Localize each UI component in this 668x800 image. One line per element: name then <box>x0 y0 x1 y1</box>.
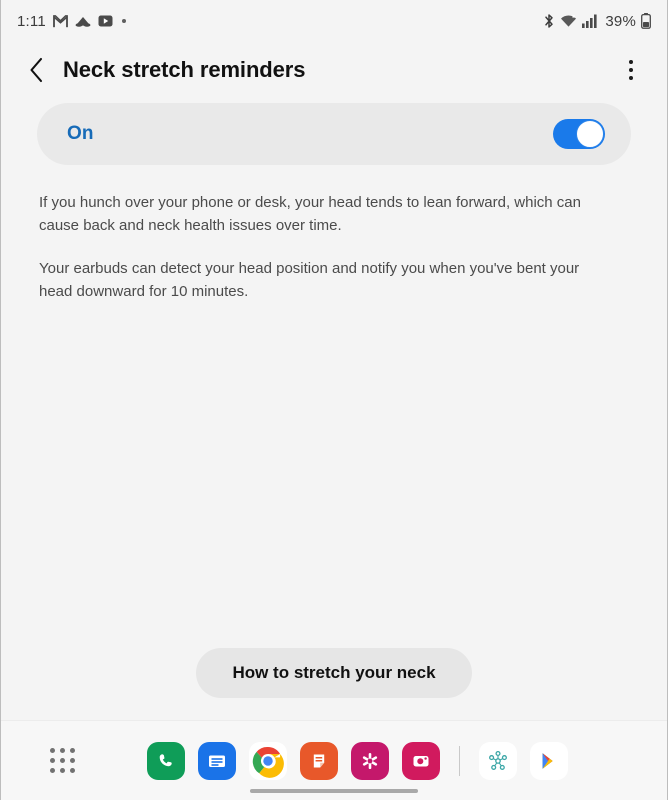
cloud-icon <box>75 16 91 27</box>
main-content: On If you hunch over your phone or desk,… <box>1 98 667 720</box>
notification-dot-icon <box>121 19 126 23</box>
messages-app-icon[interactable] <box>198 741 236 780</box>
youtube-icon <box>98 15 113 27</box>
description-block: If you hunch over your phone or desk, yo… <box>1 191 667 303</box>
camera-app-icon[interactable] <box>402 741 440 780</box>
home-dock <box>1 720 667 800</box>
how-to-stretch-button[interactable]: How to stretch your neck <box>196 648 472 698</box>
battery-percent-label: 39% <box>605 12 636 30</box>
chevron-left-icon <box>29 57 42 83</box>
bluetooth-icon <box>543 13 555 29</box>
gmail-icon <box>53 14 68 28</box>
grid-dot-icon <box>69 748 75 753</box>
apps-drawer-button[interactable] <box>45 744 79 778</box>
status-bar: 1:11 39% <box>1 0 667 42</box>
grid-dot-icon <box>49 748 55 753</box>
toggle-state-label: On <box>67 123 94 144</box>
status-bar-left: 1:11 <box>17 13 126 30</box>
back-button[interactable] <box>21 55 51 85</box>
status-bar-right: 39% <box>543 13 651 30</box>
battery-icon <box>641 13 651 29</box>
phone-app-icon[interactable] <box>147 741 185 780</box>
cta-container: How to stretch your neck <box>1 648 667 698</box>
overflow-dot-icon <box>629 68 633 72</box>
overflow-dot-icon <box>629 76 633 80</box>
description-paragraph-2: Your earbuds can detect your head positi… <box>39 260 580 300</box>
smartthings-app-icon[interactable] <box>479 741 517 780</box>
grid-dot-icon <box>49 768 55 773</box>
flower-app-icon[interactable] <box>351 741 389 780</box>
overflow-menu-button[interactable] <box>617 53 645 87</box>
overflow-dot-icon <box>629 60 633 64</box>
description-paragraph-1: If you hunch over your phone or desk, yo… <box>39 194 581 234</box>
grid-dot-icon <box>59 758 65 763</box>
status-bar-clock: 1:11 <box>17 12 46 30</box>
wifi-icon <box>560 14 577 28</box>
grid-dot-icon <box>69 758 75 763</box>
signal-icon <box>582 14 598 28</box>
dock-divider <box>459 745 460 776</box>
grid-dot-icon <box>59 748 65 753</box>
grid-dot-icon <box>49 758 55 763</box>
keep-app-icon[interactable] <box>300 741 338 780</box>
neck-stretch-toggle-card[interactable]: On <box>37 103 631 165</box>
toggle-knob <box>576 120 604 148</box>
dock-app-list <box>147 741 568 780</box>
app-bar: Neck stretch reminders <box>1 42 667 98</box>
play-store-app-icon[interactable] <box>530 741 568 780</box>
grid-dot-icon <box>69 768 75 773</box>
neck-stretch-toggle-switch[interactable] <box>553 119 605 149</box>
chrome-app-icon[interactable] <box>249 741 287 780</box>
phone-screen: 1:11 39% Neck stretch reminders On If yo… <box>0 0 668 800</box>
grid-dot-icon <box>59 768 65 773</box>
home-indicator[interactable] <box>250 789 418 793</box>
page-title: Neck stretch reminders <box>63 57 306 82</box>
